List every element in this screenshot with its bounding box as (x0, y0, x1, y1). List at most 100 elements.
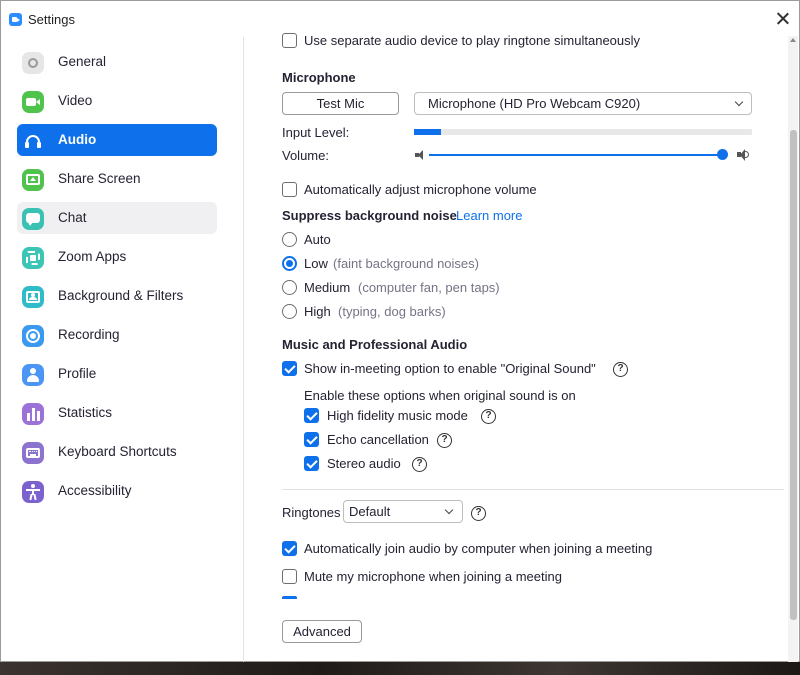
noise-low-radio[interactable] (282, 256, 297, 271)
chevron-down-icon (734, 97, 744, 107)
sidebar-item-audio[interactable]: Audio (17, 124, 217, 156)
sidebar-item-label: General (58, 54, 107, 69)
sidebar-item-label: Chat (58, 210, 87, 225)
share-screen-icon (22, 169, 44, 191)
sidebar-item-label: Video (58, 93, 93, 108)
background-portrait-icon (22, 286, 44, 308)
volume-slider-handle[interactable] (717, 149, 728, 160)
advanced-button[interactable]: Advanced (282, 620, 362, 643)
original-sound-label: Show in-meeting option to enable "Origin… (304, 361, 596, 376)
sidebar-item-label: Recording (58, 327, 120, 342)
echo-cancellation-label: Echo cancellation (327, 432, 429, 447)
sidebar-item-label: Accessibility (58, 483, 132, 498)
original-sound-checkbox[interactable] (282, 361, 297, 376)
echo-cancellation-checkbox[interactable] (304, 432, 319, 447)
input-level-meter (414, 129, 752, 135)
suppress-noise-heading: Suppress background noise (282, 208, 457, 223)
sidebar-item-profile[interactable]: Profile (17, 358, 217, 390)
sidebar-item-label: Keyboard Shortcuts (58, 444, 177, 459)
noise-high-radio[interactable] (282, 304, 297, 319)
microphone-heading: Microphone (282, 70, 356, 85)
sidebar-item-share-screen[interactable]: Share Screen (17, 163, 217, 195)
scrollbar-thumb[interactable] (790, 130, 797, 620)
ringtones-label: Ringtones (282, 505, 341, 520)
sidebar-item-label: Zoom Apps (58, 249, 127, 264)
mute-on-join-checkbox[interactable] (282, 569, 297, 584)
auto-join-audio-label: Automatically join audio by computer whe… (304, 541, 653, 556)
stereo-audio-label: Stereo audio (327, 456, 401, 471)
zoom-app-icon (9, 13, 22, 26)
learn-more-link[interactable]: Learn more (456, 208, 522, 223)
help-icon[interactable]: ? (412, 457, 427, 472)
separate-device-label: Use separate audio device to play ringto… (304, 33, 641, 48)
sidebar-item-keyboard-shortcuts[interactable]: Keyboard Shortcuts (17, 436, 217, 468)
section-divider (282, 489, 784, 490)
original-sound-note: Enable these options when original sound… (304, 388, 576, 403)
speaker-high-icon (737, 148, 753, 161)
accessibility-person-icon (22, 481, 44, 503)
gear-icon (22, 52, 44, 74)
sidebar-item-background-filters[interactable]: Background & Filters (17, 280, 217, 312)
high-fidelity-checkbox[interactable] (304, 408, 319, 423)
noise-high-hint: (typing, dog barks) (338, 304, 446, 319)
noise-medium-radio[interactable] (282, 280, 297, 295)
desktop-background (0, 662, 800, 675)
statistics-bar-chart-icon (22, 403, 44, 425)
microphone-device-value: Microphone (HD Pro Webcam C920) (428, 96, 641, 111)
auto-join-audio-checkbox[interactable] (282, 541, 297, 556)
noise-low-label: Low (304, 256, 328, 271)
sidebar-item-label: Background & Filters (58, 288, 184, 303)
chevron-down-icon (444, 505, 454, 515)
title-bar: Settings (1, 1, 799, 37)
keyboard-icon (22, 442, 44, 464)
sidebar-item-label: Audio (58, 132, 97, 147)
test-mic-button[interactable]: Test Mic (282, 92, 399, 115)
sidebar-item-zoom-apps[interactable]: Zoom Apps (17, 241, 217, 273)
auto-adjust-volume-label: Automatically adjust microphone volume (304, 182, 537, 197)
auto-adjust-volume-checkbox[interactable] (282, 182, 297, 197)
chat-bubble-icon (22, 208, 44, 230)
sidebar-item-general[interactable]: General (17, 46, 217, 78)
sidebar-item-label: Share Screen (58, 171, 141, 186)
help-icon[interactable]: ? (437, 433, 452, 448)
volume-slider-track[interactable] (429, 154, 723, 156)
noise-low-hint: (faint background noises) (333, 256, 479, 271)
video-camera-icon (22, 91, 44, 113)
profile-person-icon (22, 364, 44, 386)
mute-on-join-label: Mute my microphone when joining a meetin… (304, 569, 562, 584)
sidebar-item-recording[interactable]: Recording (17, 319, 217, 351)
noise-auto-radio[interactable] (282, 232, 297, 247)
recording-icon (22, 325, 44, 347)
ringtones-select[interactable]: Default (343, 500, 463, 523)
sidebar-item-video[interactable]: Video (17, 85, 217, 117)
noise-medium-hint: (computer fan, pen taps) (358, 280, 500, 295)
sidebar-item-chat[interactable]: Chat (17, 202, 217, 234)
sidebar-item-statistics[interactable]: Statistics (17, 397, 217, 429)
separate-device-checkbox[interactable] (282, 33, 297, 48)
help-icon[interactable]: ? (471, 506, 486, 521)
zoom-apps-icon (22, 247, 44, 269)
close-icon[interactable] (773, 9, 793, 29)
volume-label: Volume: (282, 148, 329, 163)
window-title: Settings (28, 12, 75, 27)
scroll-up-arrow-icon[interactable] (790, 38, 796, 42)
noise-high-label: High (304, 304, 331, 319)
settings-sidebar: General Video Audio Share Screen Chat Zo… (1, 37, 244, 663)
headphones-icon (22, 130, 44, 152)
input-level-fill (414, 129, 441, 135)
sidebar-item-accessibility[interactable]: Accessibility (17, 475, 217, 507)
input-level-label: Input Level: (282, 125, 350, 140)
high-fidelity-label: High fidelity music mode (327, 408, 468, 423)
noise-medium-label: Medium (304, 280, 351, 295)
ringtones-value: Default (349, 504, 391, 519)
speaker-low-icon (414, 149, 426, 161)
sidebar-item-label: Profile (58, 366, 97, 381)
partially-visible-checkbox[interactable] (282, 596, 297, 599)
microphone-device-select[interactable]: Microphone (HD Pro Webcam C920) (414, 92, 752, 115)
noise-auto-label: Auto (304, 232, 331, 247)
stereo-audio-checkbox[interactable] (304, 456, 319, 471)
help-icon[interactable]: ? (481, 409, 496, 424)
help-icon[interactable]: ? (613, 362, 628, 377)
music-audio-heading: Music and Professional Audio (282, 337, 468, 352)
sidebar-item-label: Statistics (58, 405, 113, 420)
